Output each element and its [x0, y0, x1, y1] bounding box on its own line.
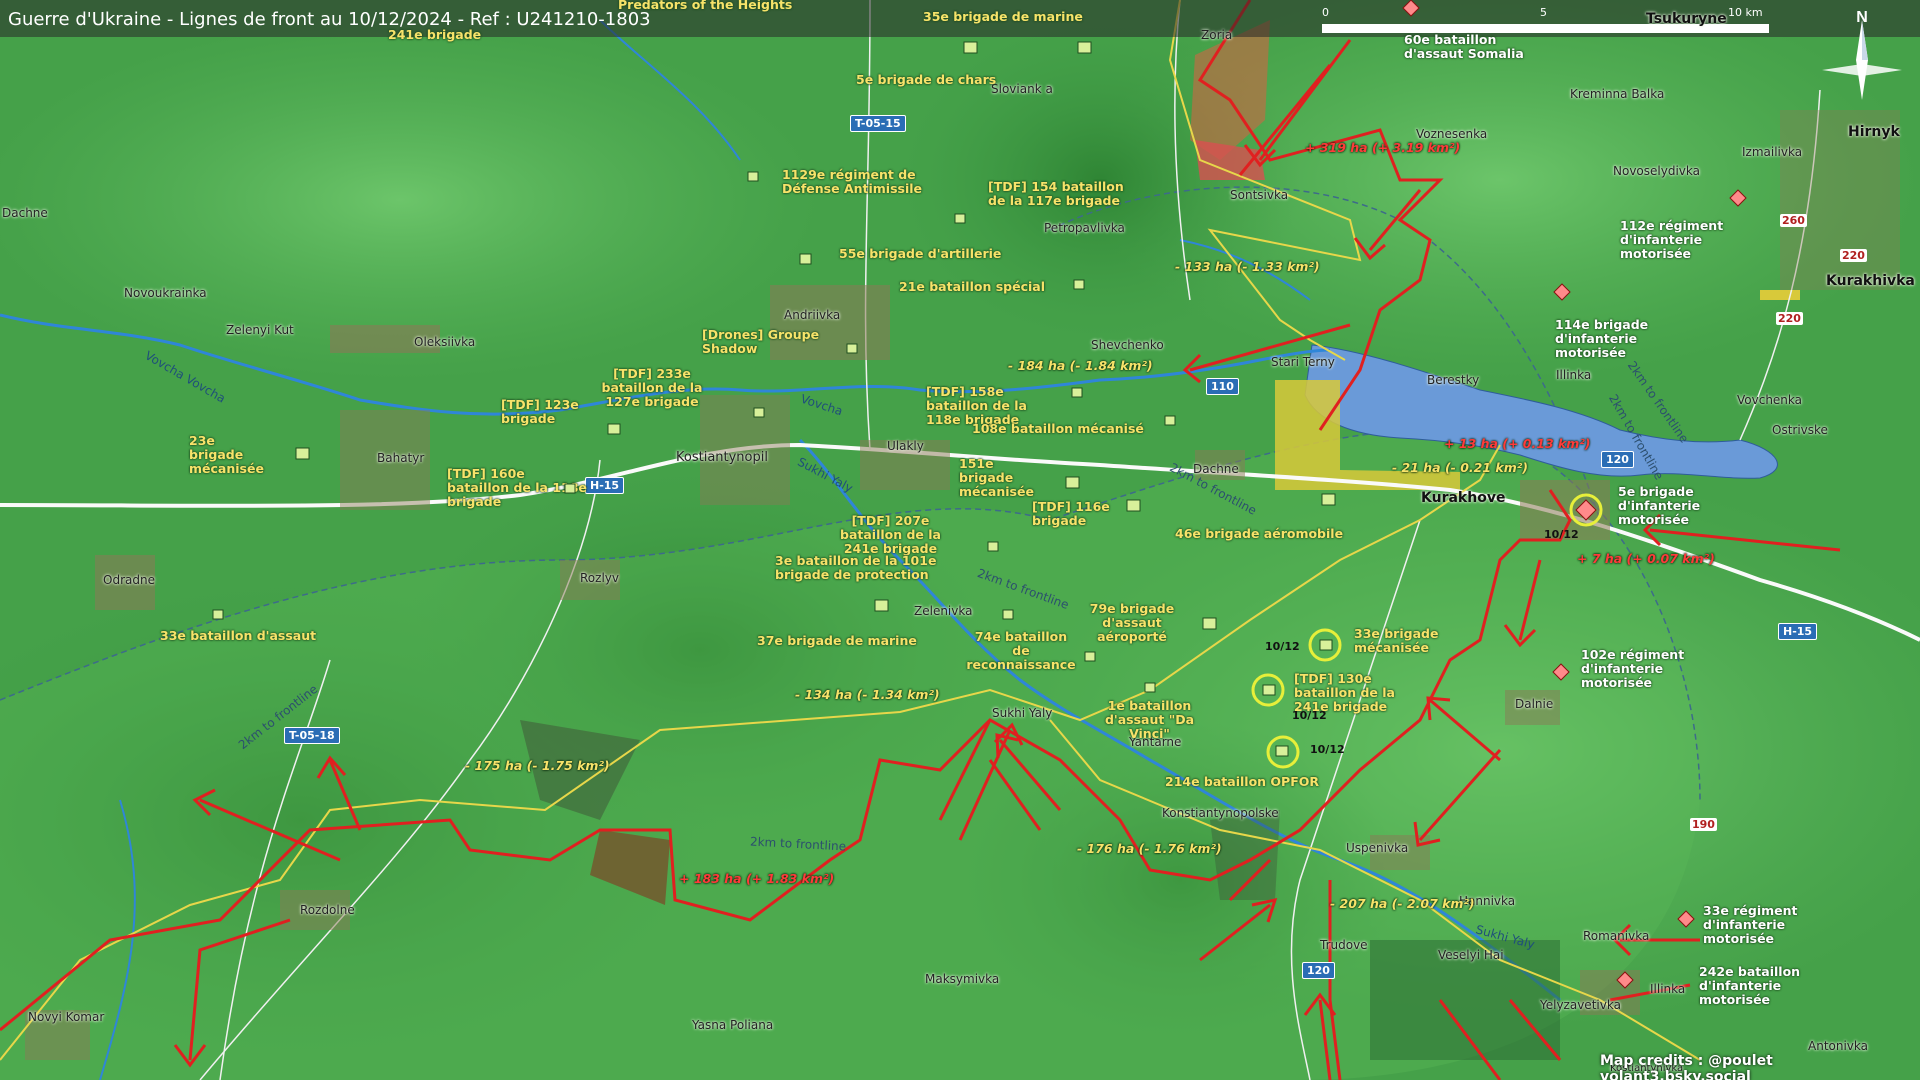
ua-unit-icon-35-marine: [1077, 41, 1092, 54]
ua-unit-icon-55: [799, 253, 812, 265]
ua-unit-icon-33-assaut: [212, 609, 224, 620]
ua-unit-icon-154: [954, 213, 966, 224]
ua-unit-icon-3bat: [874, 599, 889, 612]
ua-unit-icon-79: [1202, 617, 1217, 630]
ru-unit-icon-33: [1677, 910, 1695, 928]
ru-unit-icon-5: [1575, 499, 1597, 521]
ru-unit-icon-112: [1729, 189, 1747, 207]
ua-unit-icon-74-a: [1002, 609, 1014, 620]
ua-unit-icon-33-meca: [1319, 639, 1333, 651]
unit-symbols-layer: [212, 0, 1747, 989]
ua-unit-icon-23: [295, 447, 310, 460]
ua-unit-icon-207: [987, 541, 999, 552]
ru-unit-icon-102: [1552, 663, 1570, 681]
ua-unit-icon-21: [1073, 279, 1085, 290]
ua-unit-icon-123: [607, 423, 621, 435]
ua-unit-icon-116: [1126, 499, 1141, 512]
map-credits: Map credits : @poulet volant3.bsky.socia…: [1600, 1053, 1773, 1080]
ua-unit-icon-74: [1084, 651, 1096, 662]
ua-unit-icon-158: [1071, 387, 1083, 398]
ua-unit-icon-151: [1065, 476, 1080, 489]
ua-unit-icon-233: [753, 407, 765, 418]
ru-unit-icon-114: [1553, 283, 1571, 301]
map-canvas[interactable]: Guerre d'Ukraine - Lignes de front au 10…: [0, 0, 1920, 1080]
ua-unit-icon-130: [1262, 684, 1276, 696]
ua-unit-icon-davinci: [1144, 682, 1156, 693]
ru-unit-icon-242: [1616, 971, 1634, 989]
ru-unit-icon-60: [1402, 0, 1420, 17]
ua-unit-icon-drones: [846, 343, 858, 354]
ua-unit-icon-214: [1275, 745, 1289, 757]
ua-unit-icon-160: [564, 483, 576, 494]
ua-unit-icon-108: [1164, 415, 1176, 426]
ua-unit-icon-1129: [747, 171, 759, 182]
ua-unit-icon-46: [1321, 493, 1336, 506]
ua-unit-icon-5-chars: [963, 41, 978, 54]
